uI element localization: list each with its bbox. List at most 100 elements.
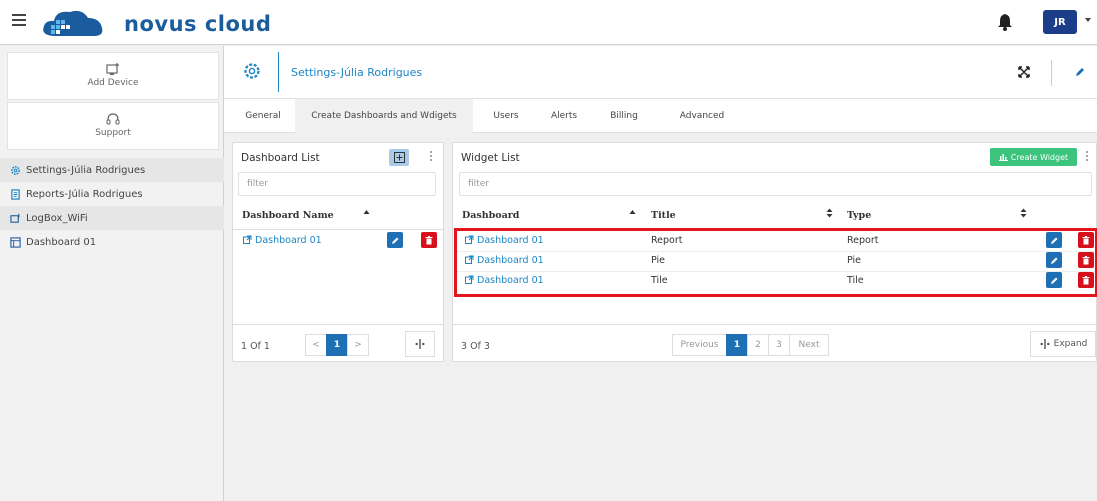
row-title: Report: [651, 235, 683, 246]
page-3-button[interactable]: 3: [768, 334, 790, 356]
logo[interactable]: novus cloud: [38, 6, 278, 40]
create-widget-button[interactable]: Create Widget: [990, 148, 1077, 166]
gear-icon: [11, 165, 20, 175]
delete-widget-button[interactable]: [1078, 232, 1094, 248]
trash-icon: [425, 235, 433, 244]
more-options-icon[interactable]: [429, 151, 433, 163]
logo-text: novus cloud: [124, 12, 272, 36]
tab-alerts[interactable]: Alerts: [544, 99, 584, 133]
support-button[interactable]: Support: [7, 102, 219, 150]
expand-columns-button[interactable]: [405, 331, 435, 357]
page-1-button[interactable]: 1: [726, 334, 748, 356]
sort-icon[interactable]: [1020, 208, 1027, 218]
previous-page-button[interactable]: Previous: [672, 334, 727, 356]
more-options-icon[interactable]: [1085, 151, 1089, 163]
top-bar: novus cloud JR: [0, 0, 1097, 45]
column-header-dashboard-name[interactable]: Dashboard Name: [242, 210, 334, 221]
row-title: Pie: [651, 255, 666, 266]
page-header: Settings-Júlia Rodrigues: [224, 46, 1097, 99]
sidebar-list: Settings-Júlia Rodrigues Reports-Júlia R…: [0, 158, 224, 254]
chevron-down-icon[interactable]: [1085, 18, 1091, 22]
external-link-icon: [465, 235, 474, 244]
dashboard-link[interactable]: Dashboard 01: [465, 235, 544, 246]
headset-icon: [106, 113, 120, 125]
page-info: 1 Of 1: [241, 341, 270, 352]
divider: [453, 271, 1096, 272]
prev-page-button[interactable]: <: [305, 334, 327, 356]
sidebar-item-logbox[interactable]: LogBox_WiFi: [0, 206, 224, 230]
dashboard-link[interactable]: Dashboard 01: [243, 235, 322, 246]
sort-asc-icon[interactable]: [629, 209, 636, 219]
column-header-type[interactable]: Type: [847, 210, 871, 221]
device-icon: [10, 213, 20, 223]
add-device-label: Add Device: [87, 78, 139, 88]
dashboard-link[interactable]: Dashboard 01: [465, 275, 544, 286]
tab-create-dashboards[interactable]: Create Dashboards and Wdigets: [295, 99, 473, 133]
page-title: Settings-Júlia Rodrigues: [291, 66, 423, 79]
column-header-title[interactable]: Title: [651, 210, 676, 221]
plus-square-icon: [393, 152, 405, 163]
expand-button[interactable]: Expand: [1030, 331, 1096, 357]
header-divider: [1051, 60, 1052, 86]
divider: [233, 229, 443, 230]
next-page-button[interactable]: >: [347, 334, 369, 356]
sidebar-item-settings[interactable]: Settings-Júlia Rodrigues: [0, 158, 224, 182]
add-device-button[interactable]: Add Device: [7, 52, 219, 100]
sidebar-item-label: Dashboard 01: [26, 236, 97, 248]
pencil-icon: [1050, 277, 1057, 284]
sort-icon[interactable]: [826, 208, 833, 218]
sort-asc-icon[interactable]: [363, 209, 370, 219]
delete-widget-button[interactable]: [1078, 252, 1094, 268]
next-page-button[interactable]: Next: [789, 334, 829, 356]
header-divider: [278, 52, 279, 92]
sidebar-item-label: LogBox_WiFi: [26, 212, 88, 224]
edit-widget-button[interactable]: [1046, 232, 1062, 248]
delete-widget-button[interactable]: [1078, 272, 1094, 288]
divider: [453, 324, 1096, 325]
support-label: Support: [95, 128, 131, 138]
add-device-icon: [106, 63, 119, 75]
page-button[interactable]: 1: [326, 334, 348, 356]
trash-icon: [1082, 235, 1090, 244]
dashboard-filter-input[interactable]: [238, 172, 436, 196]
widget-filter-input[interactable]: [459, 172, 1092, 196]
tab-bar: General Create Dashboards and Wdigets Us…: [224, 99, 1097, 133]
dashboard-icon: [10, 236, 21, 248]
sidebar-item-label: Reports-Júlia Rodrigues: [26, 188, 143, 200]
add-dashboard-button[interactable]: [389, 149, 409, 166]
tab-advanced[interactable]: Advanced: [672, 99, 732, 133]
row-dashboard: Dashboard 01: [477, 235, 544, 246]
column-header-dashboard[interactable]: Dashboard: [462, 210, 519, 221]
external-link-icon: [243, 235, 252, 244]
gear-icon: [244, 63, 260, 79]
user-avatar[interactable]: JR: [1043, 10, 1077, 34]
dashboard-link[interactable]: Dashboard 01: [465, 255, 544, 266]
page-2-button[interactable]: 2: [747, 334, 769, 356]
tab-general[interactable]: General: [234, 99, 292, 133]
sidebar-item-reports[interactable]: Reports-Júlia Rodrigues: [0, 182, 224, 206]
delete-dashboard-button[interactable]: [421, 232, 437, 248]
edit-widget-button[interactable]: [1046, 252, 1062, 268]
cloud-logo-icon: [43, 10, 103, 36]
tab-users[interactable]: Users: [486, 99, 526, 133]
menu-icon[interactable]: [12, 14, 26, 26]
pencil-icon[interactable]: [1074, 66, 1086, 78]
bell-icon[interactable]: [997, 13, 1013, 31]
widget-list-card: Widget List Create Widget Dashboard Titl…: [452, 142, 1097, 362]
row-type: Tile: [847, 275, 864, 286]
divider: [453, 251, 1096, 252]
divider: [233, 324, 443, 325]
sidebar-item-dashboard[interactable]: Dashboard 01: [0, 230, 224, 254]
column-resize-icon: [1039, 339, 1050, 349]
edit-widget-button[interactable]: [1046, 272, 1062, 288]
tab-billing[interactable]: Billing: [604, 99, 644, 133]
bar-chart-icon: [998, 154, 1008, 161]
edit-dashboard-button[interactable]: [387, 232, 403, 248]
fullscreen-icon[interactable]: [1018, 66, 1030, 78]
row-type: Pie: [847, 255, 862, 266]
trash-icon: [1082, 275, 1090, 284]
trash-icon: [1082, 255, 1090, 264]
sidebar-item-label: Settings-Júlia Rodrigues: [26, 164, 146, 176]
row-dashboard: Dashboard 01: [477, 275, 544, 286]
report-icon: [11, 188, 20, 200]
